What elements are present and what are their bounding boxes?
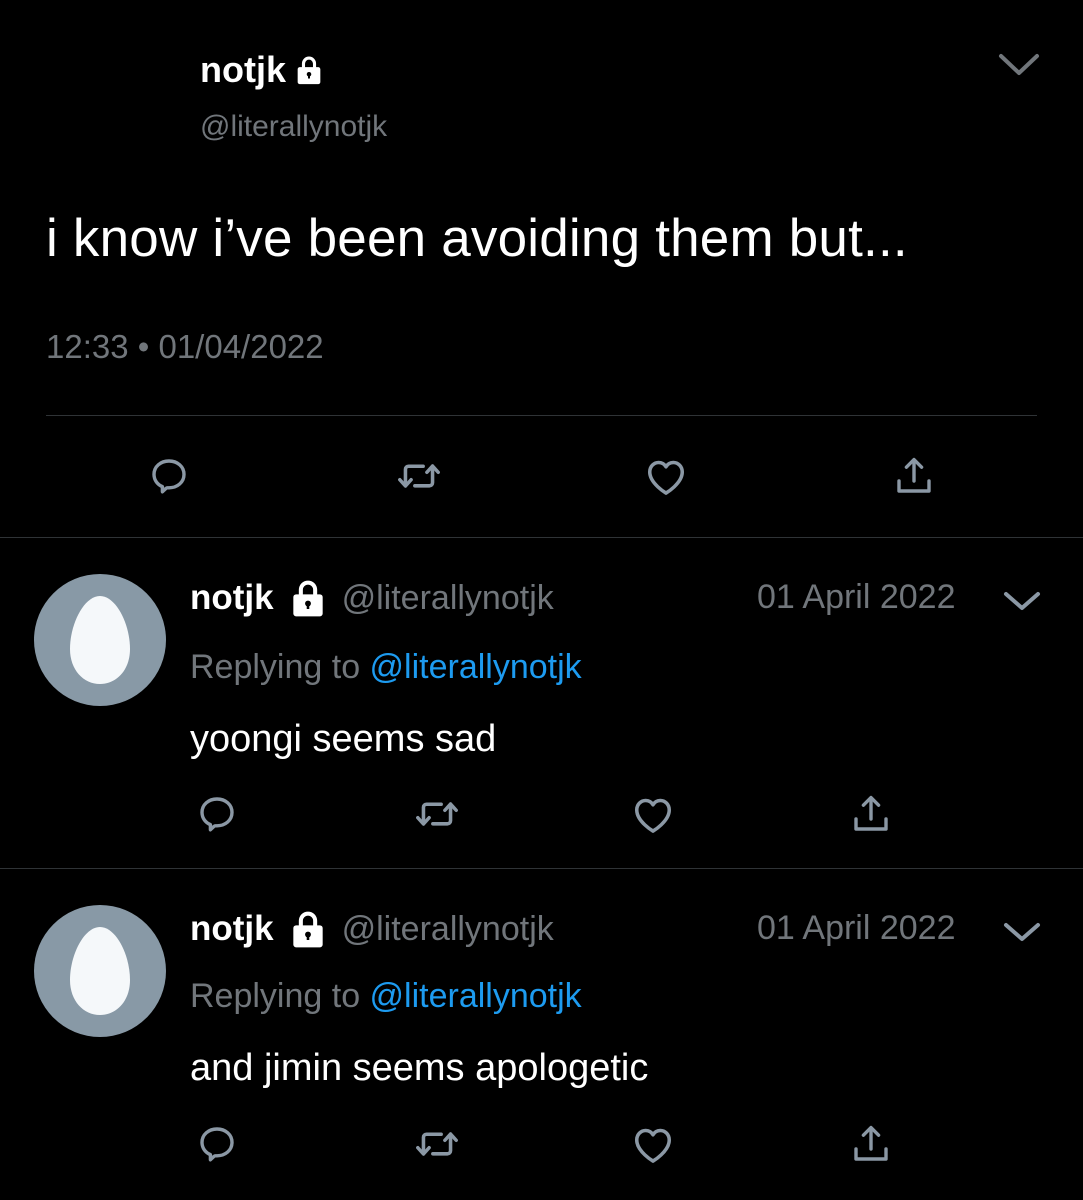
reply-author-row[interactable]: notjk @literallynotjk bbox=[190, 576, 554, 620]
chevron-down-icon bbox=[1004, 592, 1040, 610]
share-icon bbox=[854, 795, 888, 831]
reply-text: yoongi seems sad bbox=[190, 718, 497, 760]
reply-button[interactable] bbox=[187, 784, 247, 844]
main-tweet: notjk @literallynotjk i know i’ve been a… bbox=[0, 0, 1083, 537]
reply-menu-button[interactable] bbox=[1002, 588, 1042, 614]
heart-icon bbox=[647, 460, 685, 495]
reply-text: and jimin seems apologetic bbox=[190, 1047, 649, 1089]
reply-button[interactable] bbox=[139, 446, 199, 506]
reply-icon bbox=[200, 1127, 234, 1162]
share-button[interactable] bbox=[841, 784, 901, 844]
reply-tweet[interactable]: notjk @literallynotjk 01 April 2022 Repl… bbox=[0, 869, 1083, 1199]
lock-icon bbox=[286, 576, 330, 620]
tweet-menu-button[interactable] bbox=[996, 48, 1042, 80]
reply-menu-button[interactable] bbox=[1002, 919, 1042, 945]
share-icon bbox=[897, 457, 931, 493]
replying-to-link[interactable]: @literallynotjk bbox=[370, 977, 582, 1015]
reply-author-row[interactable]: notjk @literallynotjk bbox=[190, 907, 554, 951]
retweet-button[interactable] bbox=[389, 446, 449, 506]
retweet-button[interactable] bbox=[407, 1114, 467, 1174]
egg-avatar-icon bbox=[70, 596, 130, 684]
heart-icon bbox=[634, 1128, 672, 1163]
share-button[interactable] bbox=[884, 446, 944, 506]
like-button[interactable] bbox=[623, 784, 683, 844]
retweet-icon bbox=[416, 1132, 458, 1156]
share-button[interactable] bbox=[841, 1114, 901, 1174]
egg-avatar-icon bbox=[70, 927, 130, 1015]
retweet-button[interactable] bbox=[407, 784, 467, 844]
replying-to-link[interactable]: @literallynotjk bbox=[370, 648, 582, 686]
avatar[interactable] bbox=[34, 905, 166, 1037]
reply-display-name[interactable]: notjk bbox=[190, 578, 274, 618]
reply-date[interactable]: 01 April 2022 bbox=[757, 578, 956, 617]
main-author-row[interactable]: notjk bbox=[200, 52, 326, 88]
chevron-down-icon bbox=[999, 54, 1039, 75]
divider bbox=[46, 415, 1037, 416]
replying-to-label: Replying to bbox=[190, 648, 370, 686]
like-button[interactable] bbox=[636, 446, 696, 506]
replying-to-label: Replying to bbox=[190, 977, 370, 1015]
chevron-down-icon bbox=[1004, 923, 1040, 941]
retweet-icon bbox=[416, 802, 458, 826]
tweet-thread-page: notjk @literallynotjk i know i’ve been a… bbox=[0, 0, 1083, 1200]
retweet-icon bbox=[398, 464, 440, 488]
reply-handle[interactable]: @literallynotjk bbox=[342, 579, 554, 618]
main-display-name[interactable]: notjk bbox=[200, 52, 286, 88]
reply-display-name[interactable]: notjk bbox=[190, 909, 274, 949]
share-icon bbox=[854, 1125, 888, 1161]
avatar[interactable] bbox=[34, 574, 166, 706]
lock-icon bbox=[292, 53, 326, 87]
main-handle[interactable]: @literallynotjk bbox=[200, 110, 387, 144]
heart-icon bbox=[634, 798, 672, 833]
reply-handle[interactable]: @literallynotjk bbox=[342, 910, 554, 949]
lock-icon bbox=[286, 907, 330, 951]
reply-button[interactable] bbox=[187, 1114, 247, 1174]
like-button[interactable] bbox=[623, 1114, 683, 1174]
reply-date[interactable]: 01 April 2022 bbox=[757, 909, 956, 948]
reply-icon bbox=[200, 797, 234, 832]
replying-to-line: Replying to @literallynotjk bbox=[190, 977, 582, 1016]
reply-tweet[interactable]: notjk @literallynotjk 01 April 2022 Repl… bbox=[0, 538, 1083, 868]
reply-icon bbox=[152, 459, 186, 494]
replying-to-line: Replying to @literallynotjk bbox=[190, 648, 582, 687]
main-timestamp[interactable]: 12:33 • 01/04/2022 bbox=[46, 328, 324, 366]
main-tweet-text: i know i’ve been avoiding them but... bbox=[46, 209, 908, 268]
